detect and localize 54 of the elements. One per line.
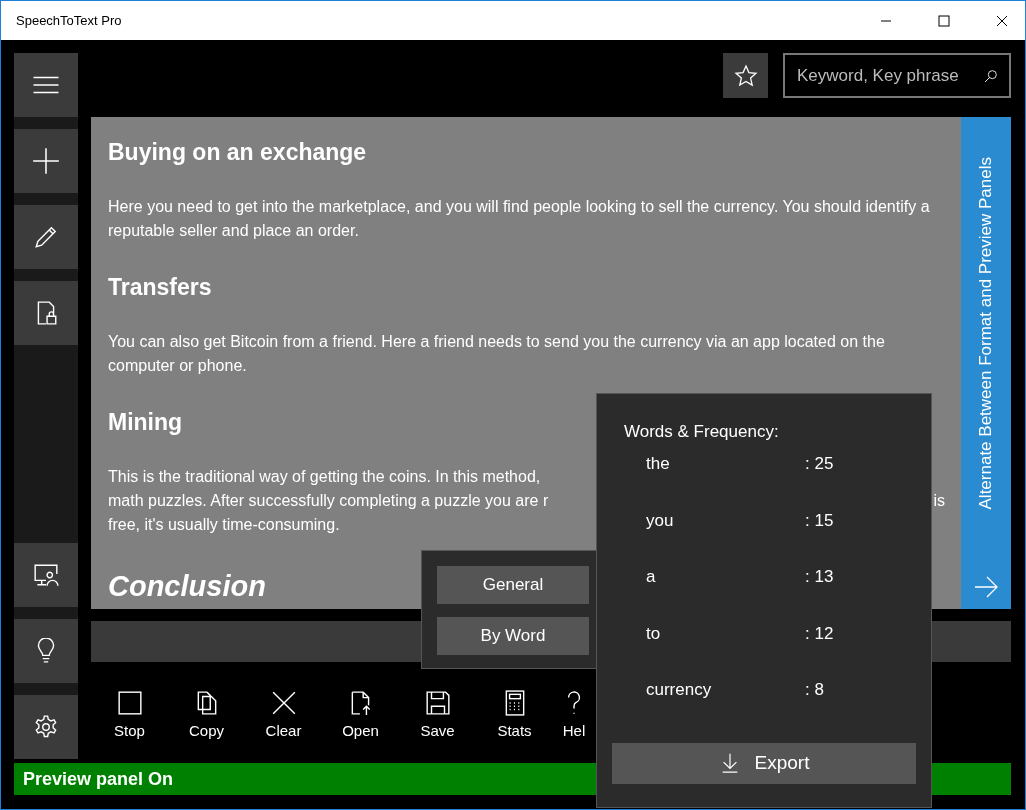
section-heading: Buying on an exchange [108,139,367,166]
screen-person-icon [33,562,59,588]
word-label: a [646,567,657,587]
export-button[interactable]: Export [612,742,916,784]
star-icon [733,63,758,88]
window-title: SpeechToText Pro [15,13,123,28]
toolbar-button[interactable]: Clear [245,690,322,739]
section-heading: Conclusion [108,570,266,603]
text-line: This is the traditional way of getting the coins. In this method, [108,467,541,487]
toolbar-button[interactable]: Save [399,690,476,739]
menu-option[interactable]: By Word [437,617,589,655]
toolbar-button[interactable]: Stop [91,690,168,739]
plus-icon [32,147,60,175]
save-icon [424,690,451,716]
paragraph: Here you need to get into the marketplace, and you will find people looking to sell the currency. You should identify a reputable seller and place an order. [108,197,931,241]
favorite-button[interactable] [723,53,768,98]
word-label: to [646,623,662,644]
text-fragment: is [933,491,945,511]
presenter-button[interactable] [14,543,78,607]
tips-button[interactable] [14,619,78,683]
toolbar-button[interactable]: Hel [553,690,595,739]
count-label: : 12 [805,623,834,644]
toolbar-button[interactable]: Stats [476,690,553,739]
document-lock-button[interactable] [14,281,78,345]
word-label: the [646,454,671,474]
paragraph: You can also get Bitcoin from a friend. Here a friend needs to send you the currency via an app located on the computer or phone. [108,332,886,376]
count-label: : 15 [805,510,834,531]
menu-option[interactable]: General [437,566,589,604]
settings-button[interactable] [14,695,78,759]
arrow-right-icon [974,575,998,599]
add-button[interactable] [14,129,78,193]
settings-icon [33,714,59,740]
close-icon [270,690,297,716]
pencil-icon [33,224,59,250]
text-line: free, it's usually time-consuming. [108,515,340,535]
section-heading: Mining [108,409,183,436]
word-label: currency [646,680,713,700]
search-field[interactable]: Keyword, Key phrase [783,53,1011,98]
maximize-icon [938,14,950,27]
count-label: : 8 [805,680,824,700]
panel-title: Words & Frequency: [623,422,780,442]
word-label: you [646,510,675,531]
count-label: : 25 [805,454,834,474]
toolbar-button[interactable]: Copy [168,690,245,739]
side-panel-toggle[interactable]: Alternate Between Format and Preview Panels [961,117,1011,609]
text-line: math puzzles. After successfully completing a puzzle you are r [108,491,549,511]
menu-button[interactable] [14,53,78,117]
count-label: : 13 [805,567,834,587]
edit-button[interactable] [14,205,78,269]
search-icon [983,68,999,84]
toolbar-button[interactable]: Open [322,690,399,739]
close-icon [996,14,1008,27]
square-icon [116,690,143,716]
section-heading: Transfers [108,274,212,301]
